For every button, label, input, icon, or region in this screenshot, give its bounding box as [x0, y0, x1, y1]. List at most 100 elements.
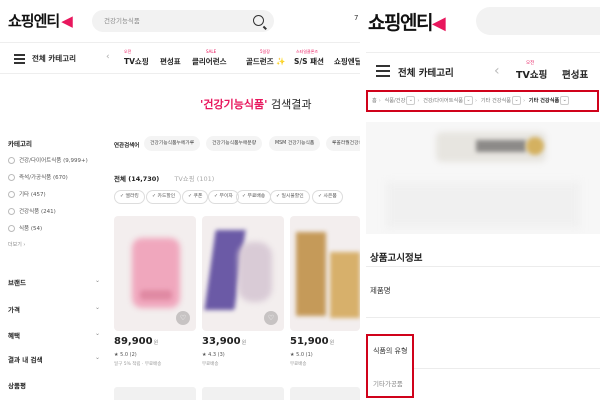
category-filter-option[interactable]: 건강/다이어트식품 (9,999+): [8, 156, 102, 164]
product-meta: 일구 5% 적립 · 무료배송: [114, 362, 162, 367]
result-tabs: 전체 (14,730) TV쇼핑 (101): [114, 166, 214, 185]
product-price: 89,900원: [114, 336, 159, 347]
next-row-products: [114, 387, 360, 400]
nav-item-goldrunz[interactable]: 5일장 골드런즈 ✨: [246, 49, 286, 67]
all-categories-button[interactable]: 전체 카테고리: [398, 65, 454, 79]
wishlist-heart-icon[interactable]: ♡: [264, 311, 278, 325]
search-input[interactable]: 건강기능식품: [92, 10, 274, 32]
breadcrumb-item[interactable]: 기타 건강식품 ⌄: [481, 96, 522, 105]
product-image[interactable]: [202, 387, 284, 400]
nav-item-schedule[interactable]: 편성표: [160, 56, 181, 67]
product-image[interactable]: [290, 216, 360, 331]
chevron-down-icon: ⌄: [94, 277, 100, 284]
radio-icon[interactable]: [8, 173, 15, 181]
quick-filters: ✓ 엘라킹 ✓ 카드할인 ✓ 쿠폰 ✓ 무이자 ✓ 무료배송 ✓ 일시불할인 ✓…: [114, 190, 360, 206]
product-notice-title: 상품고시정보: [370, 253, 423, 264]
category-filter-option[interactable]: 즉석/가공식품 (670): [8, 173, 102, 181]
site-header: 쇼핑엔티◀: [366, 0, 600, 40]
all-categories-button[interactable]: 전체 카테고리: [32, 53, 76, 64]
breadcrumb-item[interactable]: 식품/건강 ⌄: [385, 96, 416, 105]
radio-icon[interactable]: [8, 224, 15, 232]
product-image[interactable]: [114, 387, 196, 400]
product-meta: 무료배송: [202, 362, 219, 367]
logo-swoosh-icon: ◀: [61, 12, 73, 30]
chevron-down-icon[interactable]: ⌄: [560, 96, 570, 105]
brand-filter-toggle[interactable]: 브랜드 ⌄: [8, 277, 102, 293]
nav-item-ss-fashion[interactable]: 스타일클론즈 S/S 패션: [294, 49, 324, 67]
category-nav: 전체 카테고리 ‹ 오전 TV쇼핑 편성표: [366, 52, 600, 88]
spec-row-divider: [414, 368, 600, 369]
filter-chip[interactable]: ✓ 무이자: [208, 190, 239, 204]
search-icon[interactable]: [253, 15, 264, 26]
breadcrumb-current[interactable]: 기타 건강식품 ⌄: [529, 96, 570, 105]
nav-item-tv-shopping[interactable]: 오전 TV쇼핑: [124, 49, 149, 67]
product-rating: ★ 5.0 (1): [290, 352, 313, 358]
chevron-down-icon: ⌄: [94, 304, 100, 311]
wishlist-heart-icon[interactable]: ♡: [176, 311, 190, 325]
chevron-down-icon[interactable]: ⌄: [406, 96, 416, 105]
breadcrumb-items: 홈 › 식품/건강 ⌄ › 건강/다이어트식품 ⌄ › 기타 건강식품 ⌄ › 기타 건강식품…: [372, 96, 570, 105]
product-price: 33,900원: [202, 336, 247, 347]
related-search-chip[interactable]: 건강기능식품누애분량: [206, 136, 263, 151]
chevron-down-icon[interactable]: ⌄: [464, 96, 474, 105]
related-search-chip[interactable]: 루꼴라월건강식: [326, 136, 360, 151]
category-more-link[interactable]: 더보기 ›: [8, 241, 102, 248]
spec-row-product-name: 제품명: [366, 266, 600, 318]
site-logo[interactable]: 쇼핑엔티◀: [8, 10, 73, 31]
hamburger-menu-icon[interactable]: [14, 54, 25, 66]
product-rating: ★ 4.3 (3): [202, 352, 225, 358]
category-filter-option[interactable]: 건강식품 (241): [8, 207, 102, 215]
search-results-panel: 쇼핑엔티 ◀ 건강기능식품 7 전체 카테고리 ‹ 오전 TV쇼핑 편성표 SALE…: [0, 0, 360, 400]
filter-chip[interactable]: ✓ 카드할인: [146, 190, 182, 204]
nav-prev-arrow-icon[interactable]: ‹: [106, 52, 110, 62]
radio-icon[interactable]: [8, 190, 15, 198]
product-rating: ★ 5.0 (2): [114, 352, 137, 358]
related-search-chip[interactable]: 건강기능식품누에가루: [144, 136, 201, 151]
filter-chip[interactable]: ✓ 무료배송: [236, 190, 272, 204]
review-filter-toggle[interactable]: 상품평: [8, 380, 102, 396]
search-within-results-toggle[interactable]: 결과 내 검색 ⌄: [8, 354, 102, 370]
category-nav: 전체 카테고리 ‹ 오전 TV쇼핑 편성표 SALE 클리어런스 5일장 골드런즈 ✨…: [0, 42, 360, 74]
nav-item-clearance[interactable]: SALE 클리어런스: [192, 49, 227, 67]
nav-item-shopping-deal[interactable]: 쇼핑엔딜: [334, 56, 360, 67]
filter-chip[interactable]: ✓ 엘라킹: [114, 190, 145, 204]
filter-chip[interactable]: ✓ 사은품: [312, 190, 343, 204]
tab-all[interactable]: 전체 (14,730): [114, 175, 159, 183]
chevron-down-icon: ⌄: [94, 330, 100, 337]
product-price: 51,900원: [290, 336, 335, 347]
price-filter-toggle[interactable]: 가격 ⌄: [8, 304, 102, 320]
nav-prev-arrow-icon[interactable]: ‹: [494, 63, 500, 79]
search-input[interactable]: [476, 7, 600, 35]
related-search-chip[interactable]: MSM 건강기능식품: [269, 136, 321, 151]
breadcrumb-home[interactable]: 홈: [372, 97, 377, 104]
search-keyword: '건강기능식품': [200, 98, 268, 111]
product-meta: 무료배송: [290, 362, 307, 367]
category-filter-option[interactable]: 기타 (457): [8, 190, 102, 198]
product-image[interactable]: ♡: [202, 216, 284, 331]
related-searches-label: 연관검색어: [114, 143, 140, 149]
tab-tv-shopping[interactable]: TV쇼핑 (101): [174, 175, 214, 183]
product-image[interactable]: [290, 387, 360, 400]
filter-chip[interactable]: ✓ 일시불할인: [270, 190, 310, 204]
spec-label: 제품명: [370, 286, 391, 295]
nav-item-tv-shopping[interactable]: 오전 TV쇼핑: [516, 61, 547, 81]
filter-chip[interactable]: ✓ 쿠폰: [182, 190, 209, 204]
related-searches: 연관검색어 건강기능식품누에가루 건강기능식품누애분량 MSM 건강기능식품 루…: [114, 134, 360, 154]
chevron-down-icon[interactable]: ⌄: [512, 96, 522, 105]
site-logo[interactable]: 쇼핑엔티◀: [368, 8, 446, 35]
spec-row-food-type: 식품의 유형 기타가공품: [366, 334, 414, 398]
breadcrumb-item[interactable]: 건강/다이어트식품 ⌄: [423, 96, 474, 105]
product-card[interactable]: 51,900원 ★ 5.0 (1) 무료배송: [290, 216, 360, 367]
radio-icon[interactable]: [8, 207, 15, 215]
product-detail-image: [366, 122, 600, 234]
benefit-filter-toggle[interactable]: 혜택 ⌄: [8, 330, 102, 346]
chevron-down-icon: ⌄: [94, 354, 100, 361]
product-card[interactable]: ♡ 89,900원 ★ 5.0 (2) 일구 5% 적립 · 무료배송: [114, 216, 196, 367]
nav-item-schedule[interactable]: 편성표: [562, 67, 588, 81]
breadcrumb: 홈 › 식품/건강 ⌄ › 건강/다이어트식품 ⌄ › 기타 건강식품 ⌄ › 기타 건강식품…: [366, 90, 599, 112]
product-card[interactable]: ♡ 33,900원 ★ 4.3 (3) 무료배송: [202, 216, 284, 367]
category-filter-option[interactable]: 식품 (54): [8, 224, 102, 232]
product-image[interactable]: ♡: [114, 216, 196, 331]
radio-icon[interactable]: [8, 156, 15, 164]
hamburger-menu-icon[interactable]: [376, 65, 390, 80]
